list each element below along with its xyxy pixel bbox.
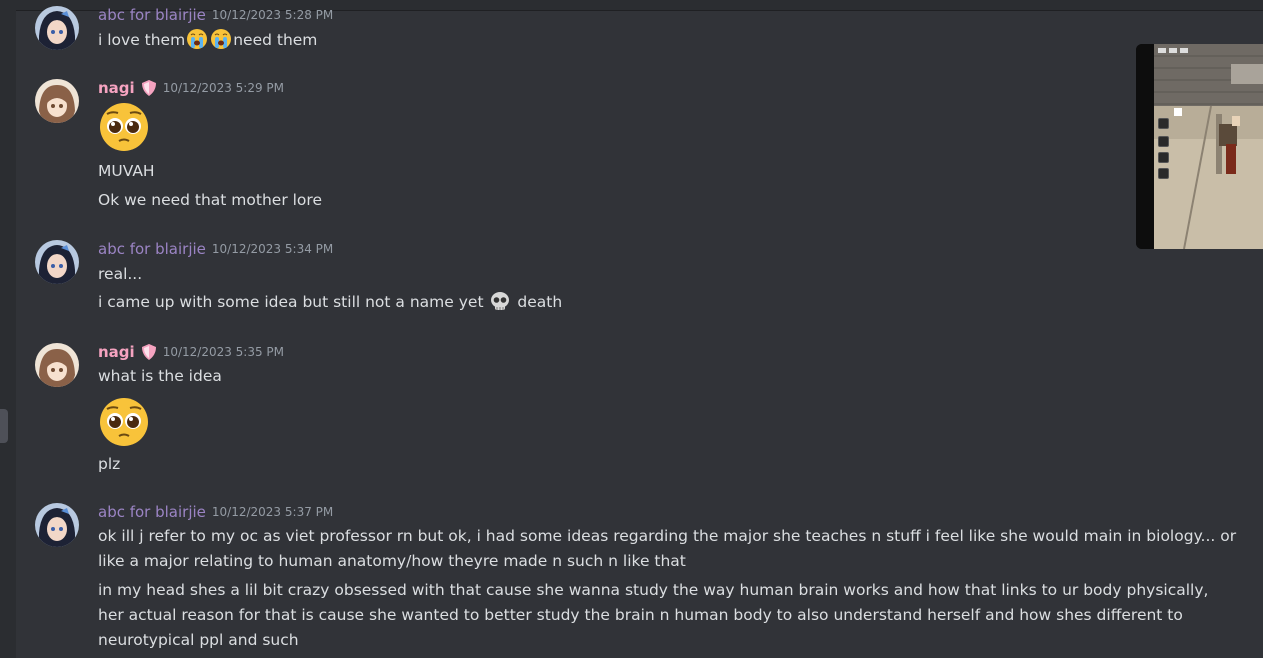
menu-icon (1158, 151, 1169, 163)
pleading-face-emoji (100, 398, 148, 446)
author-name[interactable]: abc for blairjie (98, 503, 206, 521)
message-timestamp: 10/12/2023 5:34 PM (211, 242, 334, 256)
author-name[interactable]: nagi (98, 79, 135, 97)
message-text: real... (98, 265, 143, 283)
avatar[interactable] (35, 240, 79, 284)
loudly-crying-face-emoji (211, 29, 232, 49)
author-name[interactable]: abc for blairjie (98, 6, 206, 24)
message-text: MUVAH (98, 162, 155, 180)
message-text: ok ill j refer to my oc as viet professo… (98, 527, 1237, 570)
message-text: Ok we need that mother lore (98, 191, 322, 209)
message-timestamp: 10/12/2023 5:29 PM (162, 81, 285, 95)
menu-icon (1158, 117, 1169, 129)
channel-sidebar-edge (0, 0, 16, 658)
message-text: plz (98, 455, 121, 473)
author-name[interactable]: nagi (98, 343, 135, 361)
message-timestamp: 10/12/2023 5:37 PM (211, 505, 334, 519)
video-popout[interactable] (1136, 44, 1263, 249)
loudly-crying-face-emoji (187, 29, 208, 49)
author-name[interactable]: abc for blairjie (98, 240, 206, 258)
message-text: i love them need them (98, 28, 317, 53)
message-text: in my head shes a lil bit crazy obsessed… (98, 581, 1209, 649)
popout-menu-item[interactable] (1158, 151, 1238, 163)
pleading-face-emoji (100, 103, 148, 151)
popout-menu-item[interactable] (1158, 135, 1238, 147)
message-text: what is the idea (98, 367, 222, 385)
menu-icon (1158, 167, 1169, 179)
avatar[interactable] (35, 79, 79, 123)
message-timestamp: 10/12/2023 5:28 PM (211, 8, 334, 22)
avatar[interactable] (35, 503, 79, 547)
avatar[interactable] (35, 343, 79, 387)
message-text: i came up with some idea but still not a… (98, 290, 562, 315)
chat-window: abc for blairjie 10/12/2023 5:28 PM i lo… (0, 0, 1263, 658)
popout-menu-item[interactable] (1158, 117, 1238, 129)
popout-menu-item[interactable] (1158, 167, 1238, 179)
shield-badge-icon[interactable] (141, 343, 157, 361)
scroll-handle[interactable] (0, 409, 8, 443)
message-timestamp: 10/12/2023 5:35 PM (162, 345, 285, 359)
shield-badge-icon[interactable] (141, 79, 157, 97)
menu-icon (1158, 135, 1169, 147)
skull-emoji (491, 292, 510, 310)
avatar[interactable] (35, 6, 79, 50)
